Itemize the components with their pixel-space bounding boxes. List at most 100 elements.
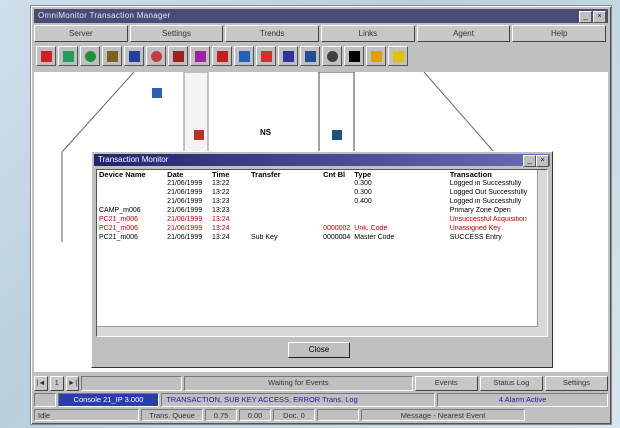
display-icon[interactable] [124,46,144,66]
col-transfer[interactable]: Transfer [249,170,321,180]
status-message: Waiting for Events [184,376,413,391]
col-transaction[interactable]: Transaction [448,170,547,180]
close-button[interactable]: × [593,11,606,23]
spacer-field [317,409,359,421]
minimize-button[interactable]: _ [579,11,592,23]
menu-agent[interactable]: Agent [416,25,511,42]
help-icon[interactable] [388,46,408,66]
state-field: Idle [34,409,139,421]
table-cell [321,216,352,225]
menu-settings[interactable]: Settings [129,25,224,42]
lock-icon[interactable] [366,46,386,66]
horizontal-scrollbar[interactable] [97,326,538,336]
table-row[interactable]: 21/06/1999 13:23 0.400 Logged in Successful… [97,198,547,207]
menu-server[interactable]: Server [34,25,128,42]
table-cell [352,207,447,216]
col-type[interactable]: Type [352,170,447,180]
status-spacer [81,376,183,391]
table-row[interactable]: PC21_m006 21/06/1999 13:24 0000002 Unk. Code… [97,225,547,234]
table-cell: 13:23 [212,198,230,205]
signal-icon[interactable] [36,46,56,66]
col-count[interactable]: Cnt Bl [321,170,352,180]
monitor-icon[interactable] [58,46,78,66]
table-row[interactable]: PC21_m006 21/06/1999 13:24 Unsuccessful Acq… [97,216,547,225]
menu-trends[interactable]: Trends [225,25,320,42]
status-log-button[interactable]: Status Log [479,376,543,391]
vertical-scrollbar[interactable] [537,170,547,336]
dialog-minimize-button[interactable]: _ [523,155,536,167]
doc-field: Doc. 0 [273,409,315,421]
table-cell [97,189,165,198]
page-number[interactable]: 1 [49,376,64,391]
info-icon-cell [34,393,56,407]
table-cell [249,225,321,234]
status-bar: |◄ 1 ►| Waiting for Events Events Status… [34,376,608,391]
transaction-list[interactable]: Device Name Date Time Transfer Cnt Bl Ty… [96,169,548,337]
table-cell: 21/06/1999 [167,225,203,232]
table-cell [249,216,321,225]
table-cell [97,180,165,189]
node-icon [332,130,342,140]
table-cell: Primary Zone Open [449,207,511,214]
table-cell: 21/06/1999 [167,189,203,196]
table-cell [249,207,321,216]
table-cell: 13:23 [212,207,230,214]
table-row[interactable]: CAMP_m006 21/06/1999 13:23 Primary Zone Ope… [97,207,547,216]
table-cell: 0000002 [323,225,351,232]
book-icon[interactable] [190,46,210,66]
settings-button[interactable]: Settings [544,376,608,391]
table-cell: 21/06/1999 [167,234,203,241]
table-cell: 0.300 [354,180,372,187]
table-cell: 13:24 [212,216,230,223]
col-time[interactable]: Time [210,170,249,180]
table-cell [249,189,321,198]
stack-icon[interactable] [102,46,122,66]
table-cell: PC21_m006 [99,234,138,241]
table-row[interactable]: 21/06/1999 13:22 0.300 Logged Out Successfu… [97,189,547,198]
transaction-dialog: Transaction Monitor _ × Device Name Date… [91,151,553,368]
table-cell: 13:24 [212,225,230,232]
table-cell: 21/06/1999 [167,198,203,205]
events-button[interactable]: Events [414,376,478,391]
table-cell: Logged in Successfully [449,180,522,187]
node-label: NS [260,128,272,137]
globe-icon[interactable] [80,46,100,66]
last-page-button[interactable]: ►| [65,376,80,391]
table-cell: 13:22 [212,180,230,187]
node-icon [194,130,204,140]
target-icon[interactable] [146,46,166,66]
table-cell [249,198,321,207]
lamp-icon[interactable] [256,46,276,66]
table-cell [97,198,165,207]
disk-icon[interactable] [300,46,320,66]
panel-icon[interactable] [278,46,298,66]
tool-icon[interactable] [168,46,188,66]
window-icon[interactable] [234,46,254,66]
table-row[interactable]: PC21_m006 21/06/1999 13:24 Sub Key 0000004 Ma… [97,234,547,243]
first-page-button[interactable]: |◄ [34,376,48,391]
table-cell: Master Code [354,234,395,241]
table-row[interactable]: 21/06/1999 13:22 0.300 Logged in Successful… [97,180,547,189]
table-cell: Unk. Code [354,225,388,232]
dialog-close-button[interactable]: × [536,155,549,167]
node-icon [152,88,162,98]
table-cell: 0.400 [354,198,372,205]
col-date[interactable]: Date [165,170,210,180]
table-cell: CAMP_m006 [99,207,141,214]
window-title: OmniMonitor Transaction Manager [38,11,171,20]
menu-help[interactable]: Help [512,25,607,42]
table-cell: 21/06/1999 [167,207,203,214]
value-field-b: 0.00 [239,409,271,421]
printer-icon[interactable] [212,46,232,66]
table-cell: 21/06/1999 [167,180,203,187]
bottom-bar: Idle Trans. Queue 0.75 0.00 Doc. 0 Messa… [34,409,608,421]
table-cell: Sub Key [250,234,278,241]
table-cell: Unsuccessful Acquisition [449,216,527,223]
close-button[interactable]: Close [288,342,350,358]
nearest-event-field: Message - Nearest Event [361,409,525,421]
col-device[interactable]: Device Name [97,170,165,180]
menu-links[interactable]: Links [321,25,415,42]
table-cell: 13:24 [212,234,230,241]
clock-icon[interactable] [322,46,342,66]
user-icon[interactable] [344,46,364,66]
